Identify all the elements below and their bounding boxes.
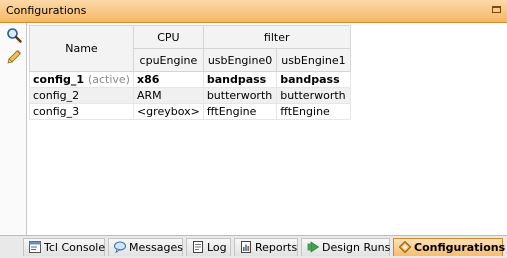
column-header-usbengine0[interactable]: usbEngine0 — [202, 48, 278, 72]
table-row[interactable]: config_2 ARM butterworth butterworth — [29, 87, 351, 104]
group-header-row: Name CPU filter — [29, 25, 351, 72]
tab-design-runs[interactable]: Design Runs — [301, 238, 390, 256]
usbengine1-cell[interactable]: butterworth — [276, 87, 351, 104]
tab-label: Design Runs — [322, 241, 391, 254]
cpuengine-cell[interactable]: <greybox> — [132, 103, 204, 120]
search-icon[interactable] — [6, 27, 22, 43]
bottom-tab-bar: Tcl Console Messages Log Reports Design … — [0, 235, 507, 258]
column-group-filter[interactable]: filter — [202, 25, 351, 49]
usbengine0-cell[interactable]: bandpass — [202, 71, 278, 88]
tab-label: Messages — [129, 241, 183, 254]
column-header-name[interactable]: Name — [29, 25, 134, 72]
usbengine0-cell[interactable]: butterworth — [202, 87, 278, 104]
configurations-table: Name CPU filter cpuEngine usbEngine0 usb… — [29, 25, 351, 120]
table-row[interactable]: config_3 <greybox> fftEngine fftEngine — [29, 103, 351, 120]
run-arrow-icon — [307, 241, 319, 253]
configurations-panel: Name CPU filter cpuEngine usbEngine0 usb… — [27, 23, 507, 235]
tab-messages[interactable]: Messages — [108, 238, 183, 256]
side-toolbar — [0, 23, 27, 235]
tab-log[interactable]: Log — [186, 238, 231, 256]
config-name-cell[interactable]: config_3 — [29, 103, 134, 120]
cpuengine-cell[interactable]: ARM — [132, 87, 204, 104]
window-title: Configurations — [6, 4, 87, 17]
column-header-cpuengine[interactable]: cpuEngine — [132, 48, 204, 72]
tab-label: Tcl Console — [44, 241, 106, 254]
cpuengine-cell[interactable]: x86 — [132, 71, 204, 88]
console-icon — [29, 241, 41, 253]
config-name-cell[interactable]: config_2 — [29, 87, 134, 104]
log-icon — [193, 241, 203, 253]
title-bar: Configurations — [0, 0, 507, 23]
config-name-cell[interactable]: config_1 (active) — [29, 71, 134, 88]
usbengine1-cell[interactable]: bandpass — [276, 71, 351, 88]
usbengine1-cell[interactable]: fftEngine — [276, 103, 351, 120]
config-name: config_2 — [33, 89, 80, 102]
tab-label: Log — [207, 241, 227, 254]
tab-reports[interactable]: Reports — [234, 238, 298, 256]
column-group-cpu[interactable]: CPU — [132, 25, 204, 49]
config-name: config_3 — [33, 105, 80, 118]
column-header-usbengine1[interactable]: usbEngine1 — [276, 48, 351, 72]
restore-window-icon[interactable] — [492, 6, 501, 13]
report-icon — [241, 241, 251, 253]
speech-bubble-icon — [114, 241, 126, 253]
active-tag: (active) — [87, 73, 130, 86]
tab-tcl-console[interactable]: Tcl Console — [23, 238, 105, 256]
tab-label: Reports — [255, 241, 298, 254]
pencil-icon[interactable] — [6, 49, 22, 65]
tab-label: Configurations — [414, 241, 506, 254]
configurations-icon — [399, 241, 411, 253]
table-row[interactable]: config_1 (active) x86 bandpass bandpass — [29, 71, 351, 88]
usbengine0-cell[interactable]: fftEngine — [202, 103, 278, 120]
config-name: config_1 — [33, 73, 85, 86]
tab-configurations[interactable]: Configurations — [393, 238, 506, 256]
